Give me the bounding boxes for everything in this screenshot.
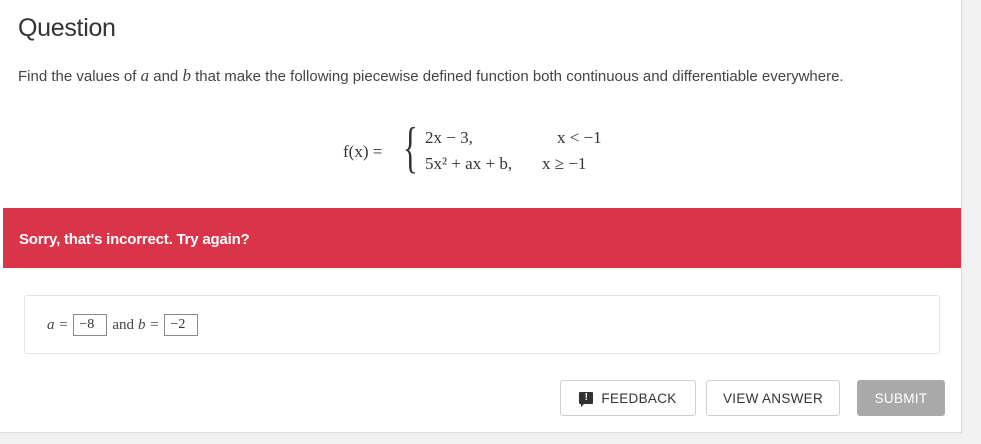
question-title: Question [18,14,116,42]
feedback-message: Sorry, that's incorrect. Try again? [19,231,250,248]
exclamation-speech-icon: ! [579,392,594,407]
feedback-button-label: FEEDBACK [601,390,677,406]
variable-b: b [182,66,191,85]
equation-lhs: f(x) = [343,142,383,161]
case1-expression: 2x − 3, [425,128,473,147]
submit-button[interactable]: SUBMIT [857,380,945,416]
variable-a: a [140,66,150,85]
b-input[interactable]: −2 [164,314,199,336]
left-brace: { [403,117,418,179]
prompt-text-1: Find the values of [18,68,141,85]
and-text: and [112,316,135,333]
view-answer-label: VIEW ANSWER [722,390,824,406]
view-answer-button[interactable]: VIEW ANSWER [706,380,840,416]
case2-expression: 5x² + ax + b, [425,154,513,173]
b-label: b = [138,316,160,333]
a-input[interactable]: −8 [73,314,108,336]
feedback-button[interactable]: ! FEEDBACK [560,380,696,416]
prompt-text-3: that make the following piecewise define… [190,68,844,85]
answer-row: a = −8 and b = −2 [47,314,203,336]
answer-box: a = −8 and b = −2 [24,295,940,354]
a-label: a = [47,316,69,333]
question-prompt: Find the values of a and b that make the… [18,64,918,89]
case1-condition: x < −1 [557,128,602,147]
submit-label: SUBMIT [874,390,928,406]
question-card: Question Find the values of a and b that… [0,0,962,433]
case2-condition: x ≥ −1 [542,154,587,173]
prompt-text-2: and [149,68,183,85]
incorrect-feedback-banner: Sorry, that's incorrect. Try again? [3,208,961,268]
